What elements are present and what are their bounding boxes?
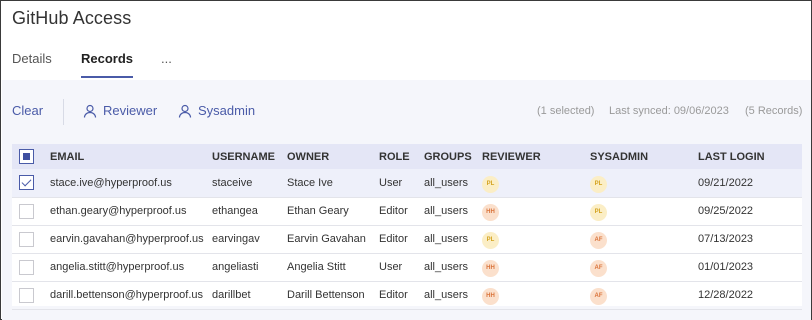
row-select-cell <box>12 169 42 197</box>
groups-cell: all_users <box>424 289 469 301</box>
reviewer-avatar[interactable]: HH <box>482 288 499 305</box>
role-cell: Editor <box>379 205 408 217</box>
row-select-cell <box>12 253 42 281</box>
sysadmin-cell: AF <box>582 281 690 309</box>
sysadmin-cell: AF <box>582 225 690 253</box>
clear-label: Clear <box>12 103 44 118</box>
clear-button[interactable]: Clear <box>12 103 43 118</box>
tab-records[interactable]: Records <box>81 51 134 78</box>
email-cell: ethan.geary@hyperproof.us <box>50 205 187 217</box>
owner-cell: Stace Ive <box>287 176 333 189</box>
email-cell: angelia.stitt@hyperproof.us <box>50 261 185 273</box>
sysadmin-label: Sysadmin <box>198 103 256 118</box>
sysadmin-avatar[interactable]: PL <box>590 175 607 193</box>
owner-cell: Angelia Stitt <box>287 261 346 273</box>
row-checkbox[interactable] <box>19 175 34 191</box>
records-table: EMAIL USERNAME OWNER ROLE GROUPS REVIEWE… <box>12 144 802 309</box>
column-header-last-login[interactable]: LAST LOGIN <box>690 144 802 169</box>
table-row[interactable]: stace.ive@hyperproof.us staceive Stace I… <box>12 169 802 197</box>
groups-cell: all_users <box>424 205 469 217</box>
sysadmin-avatar[interactable]: AF <box>590 288 607 305</box>
table-row[interactable]: angelia.stitt@hyperproof.us angeliasti A… <box>12 253 802 281</box>
sysadmin-avatar[interactable]: PL <box>590 204 607 221</box>
records-panel: Clear Reviewer Sysadmin (1 selected) Las… <box>2 80 811 320</box>
select-all-cell <box>12 144 42 169</box>
groups-cell: all_users <box>424 176 469 189</box>
username-cell: ethangea <box>212 205 258 217</box>
last-login-cell: 01/01/2023 <box>698 261 754 273</box>
tab-more[interactable]: ... <box>161 51 172 76</box>
page-title: GitHub Access <box>12 8 132 28</box>
app-window: GitHub Access Details Records ... Clear … <box>0 0 812 320</box>
row-select-cell <box>12 197 42 225</box>
role-cell: User <box>379 261 403 273</box>
owner-cell: Darill Bettenson <box>287 289 365 301</box>
toolbar-divider <box>63 99 64 125</box>
username-cell: earvingav <box>212 233 260 245</box>
user-icon <box>178 104 192 118</box>
reviewer-cell: PL <box>474 225 582 253</box>
tab-details[interactable]: Details <box>12 51 52 76</box>
table-row[interactable]: earvin.gavahan@hyperproof.us earvingav E… <box>12 225 802 253</box>
last-synced: Last synced: 09/06/2023 <box>609 105 729 117</box>
reviewer-avatar[interactable]: PL <box>482 232 499 249</box>
sysadmin-button[interactable]: Sysadmin <box>178 103 255 118</box>
last-login-cell: 07/13/2023 <box>698 233 754 245</box>
row-checkbox[interactable] <box>19 259 34 275</box>
role-cell: User <box>379 176 403 189</box>
column-header-role[interactable]: ROLE <box>371 144 416 169</box>
owner-cell: Ethan Geary <box>287 205 349 217</box>
email-cell: stace.ive@hyperproof.us <box>50 176 172 189</box>
column-header-sysadmin[interactable]: SYSADMIN <box>582 144 690 169</box>
groups-cell: all_users <box>424 261 469 273</box>
row-select-cell <box>12 225 42 253</box>
select-all-checkbox[interactable] <box>19 149 34 164</box>
reviewer-cell: PL <box>474 169 582 197</box>
selected-count: (1 selected) <box>537 105 595 117</box>
table-row[interactable]: darill.bettenson@hyperproof.us darillbet… <box>12 281 802 309</box>
column-header-username[interactable]: USERNAME <box>204 144 279 169</box>
owner-cell: Earvin Gavahan <box>287 233 366 245</box>
reviewer-cell: HH <box>474 281 582 309</box>
column-header-email[interactable]: EMAIL <box>42 144 204 169</box>
records-count: (5 Records) <box>745 105 803 117</box>
row-checkbox[interactable] <box>19 203 34 219</box>
role-cell: Editor <box>379 289 408 301</box>
sysadmin-avatar[interactable]: AF <box>590 232 607 249</box>
row-checkbox[interactable] <box>19 231 34 247</box>
column-header-owner[interactable]: OWNER <box>279 144 371 169</box>
reviewer-button[interactable]: Reviewer <box>83 103 157 118</box>
toolbar: Clear Reviewer Sysadmin (1 selected) Las… <box>2 80 811 142</box>
last-login-cell: 09/21/2022 <box>698 176 754 189</box>
username-cell: angeliasti <box>212 261 259 273</box>
reviewer-avatar[interactable]: PL <box>482 175 499 193</box>
email-cell: darill.bettenson@hyperproof.us <box>50 289 204 301</box>
table-row[interactable]: ethan.geary@hyperproof.us ethangea Ethan… <box>12 197 802 225</box>
sysadmin-cell: PL <box>582 197 690 225</box>
sysadmin-avatar[interactable]: AF <box>590 260 607 277</box>
sysadmin-cell: PL <box>582 169 690 197</box>
username-cell: staceive <box>212 176 253 189</box>
last-login-cell: 12/28/2022 <box>698 289 754 301</box>
reviewer-cell: HH <box>474 197 582 225</box>
user-icon <box>83 104 97 118</box>
groups-cell: all_users <box>424 233 469 245</box>
column-header-reviewer[interactable]: REVIEWER <box>474 144 582 169</box>
last-login-cell: 09/25/2022 <box>698 205 754 217</box>
username-cell: darillbet <box>212 289 251 301</box>
reviewer-label: Reviewer <box>103 103 158 118</box>
reviewer-avatar[interactable]: HH <box>482 260 499 277</box>
email-cell: earvin.gavahan@hyperproof.us <box>50 233 204 245</box>
role-cell: Editor <box>379 233 408 245</box>
column-header-groups[interactable]: GROUPS <box>416 144 474 169</box>
sysadmin-cell: AF <box>582 253 690 281</box>
row-select-cell <box>12 281 42 309</box>
table-header-row: EMAIL USERNAME OWNER ROLE GROUPS REVIEWE… <box>12 144 802 169</box>
row-checkbox[interactable] <box>19 287 34 303</box>
reviewer-cell: HH <box>474 253 582 281</box>
reviewer-avatar[interactable]: HH <box>482 204 499 221</box>
